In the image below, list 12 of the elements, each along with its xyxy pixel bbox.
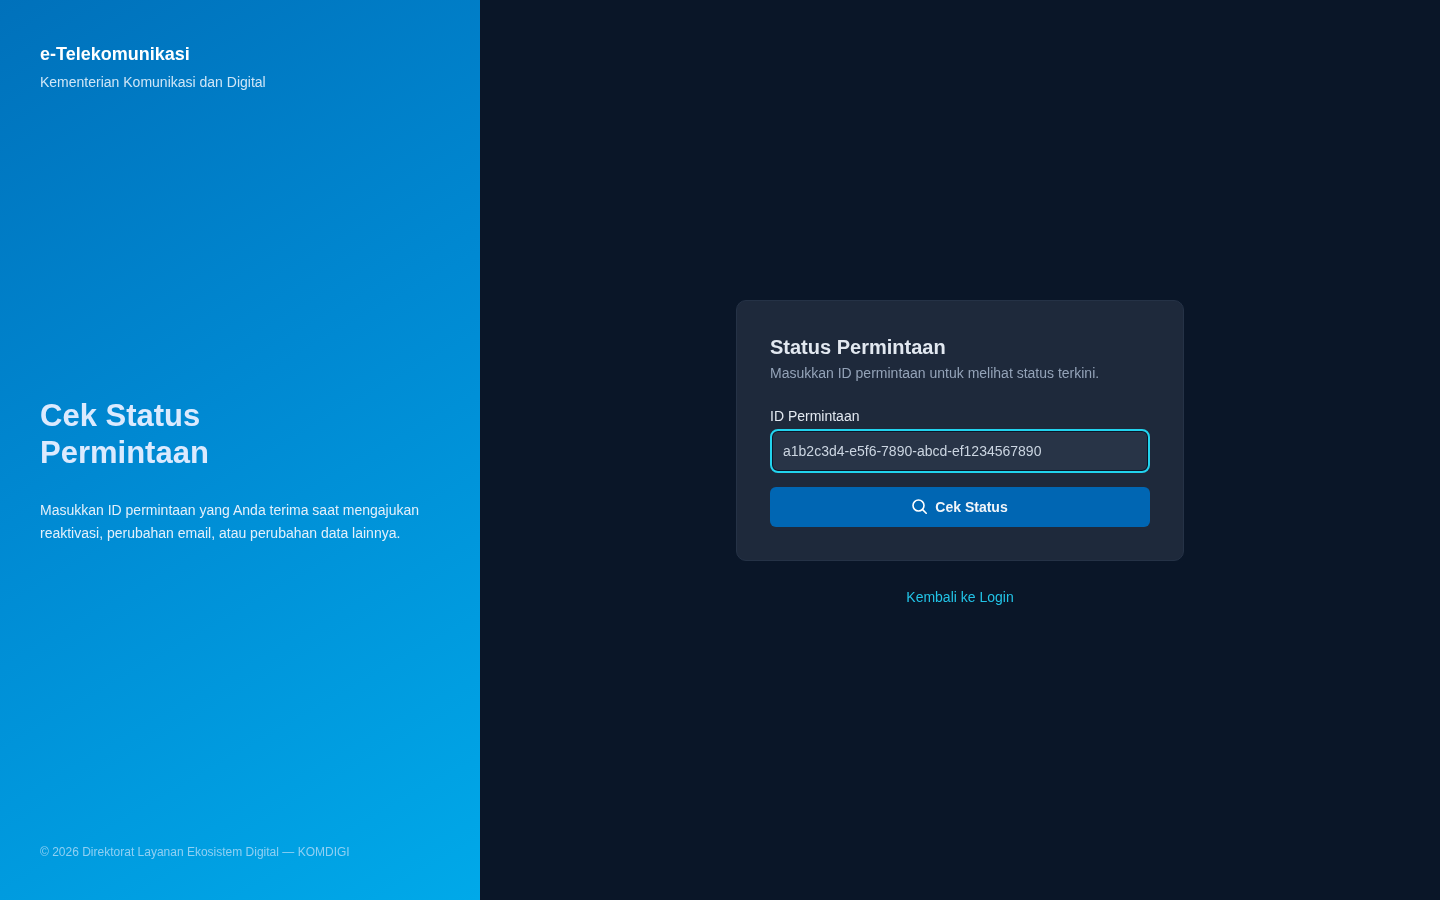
field-label: ID Permintaan <box>770 406 860 425</box>
back-to-login-link[interactable]: Kembali ke Login <box>906 586 1014 607</box>
footer-copyright: © 2026 Direktorat Layanan Ekosistem Digital — KOMDIGI <box>40 844 351 860</box>
card-title: Status Permintaan <box>770 334 947 360</box>
hero-description: Masukkan ID permintaan yang Anda terima saat mengajukan reaktivasi, perubahan email, atau perubahan data lainnya. <box>40 501 420 543</box>
card-subtitle: Masukkan ID permintaan untuk melihat status terkini. <box>770 363 1101 383</box>
brand-title: e-Telekomunikasi <box>40 43 191 66</box>
search-icon <box>912 499 928 514</box>
hero-heading: Cek Status Permintaan <box>40 397 210 471</box>
check-status-button[interactable]: Cek Status <box>770 486 1150 527</box>
brand-subtitle: Kementerian Komunikasi dan Digital <box>40 73 267 92</box>
request-id-input[interactable]: a1b2c3d4-e5f6-7890-abcd-ef1234567890 <box>770 428 1150 473</box>
